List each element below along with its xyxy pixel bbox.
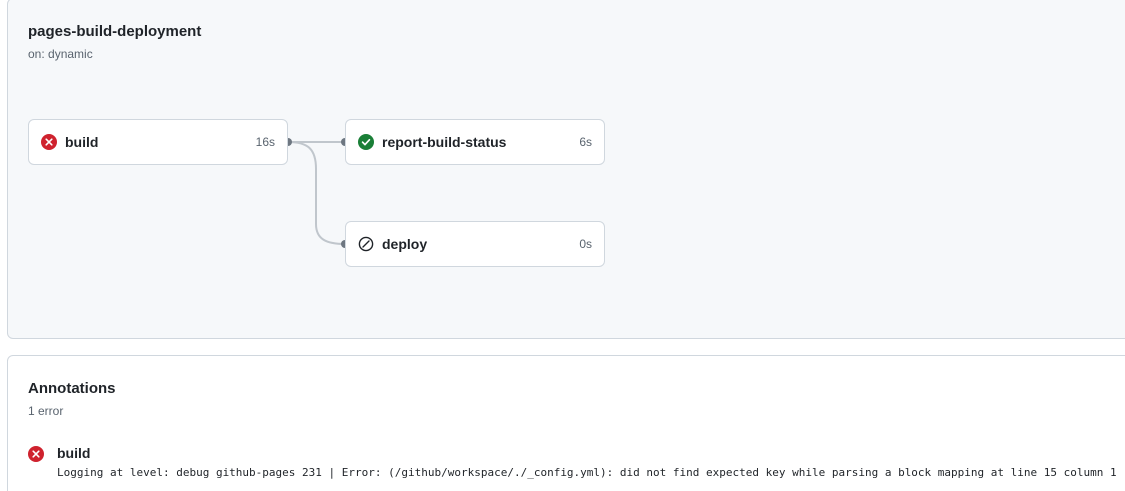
job-card-report-build-status[interactable]: report-build-status 6s xyxy=(345,119,605,165)
job-duration: 6s xyxy=(579,135,592,149)
job-duration: 0s xyxy=(579,237,592,251)
job-name: report-build-status xyxy=(382,134,507,150)
annotations-count: 1 error xyxy=(28,404,64,418)
annotation-job-link[interactable]: build xyxy=(57,445,90,461)
connector-build-deploy xyxy=(287,141,346,245)
x-circle-fill-icon xyxy=(28,446,44,462)
workflow-graph-panel: pages-build-deployment on: dynamic build… xyxy=(7,0,1125,339)
skip-icon xyxy=(358,236,374,252)
job-name: build xyxy=(65,134,99,150)
annotations-title: Annotations xyxy=(28,380,116,397)
job-card-build[interactable]: build 16s xyxy=(28,119,288,165)
check-circle-fill-icon xyxy=(358,134,374,150)
annotations-panel: Annotations 1 error build Logging at lev… xyxy=(7,355,1125,491)
job-duration: 16s xyxy=(255,135,275,149)
job-name: deploy xyxy=(382,236,428,252)
annotation-message: Logging at level: debug github-pages 231… xyxy=(57,466,1117,479)
x-circle-fill-icon xyxy=(41,134,57,150)
job-card-deploy[interactable]: deploy 0s xyxy=(345,221,605,267)
job-connectors xyxy=(284,138,349,248)
